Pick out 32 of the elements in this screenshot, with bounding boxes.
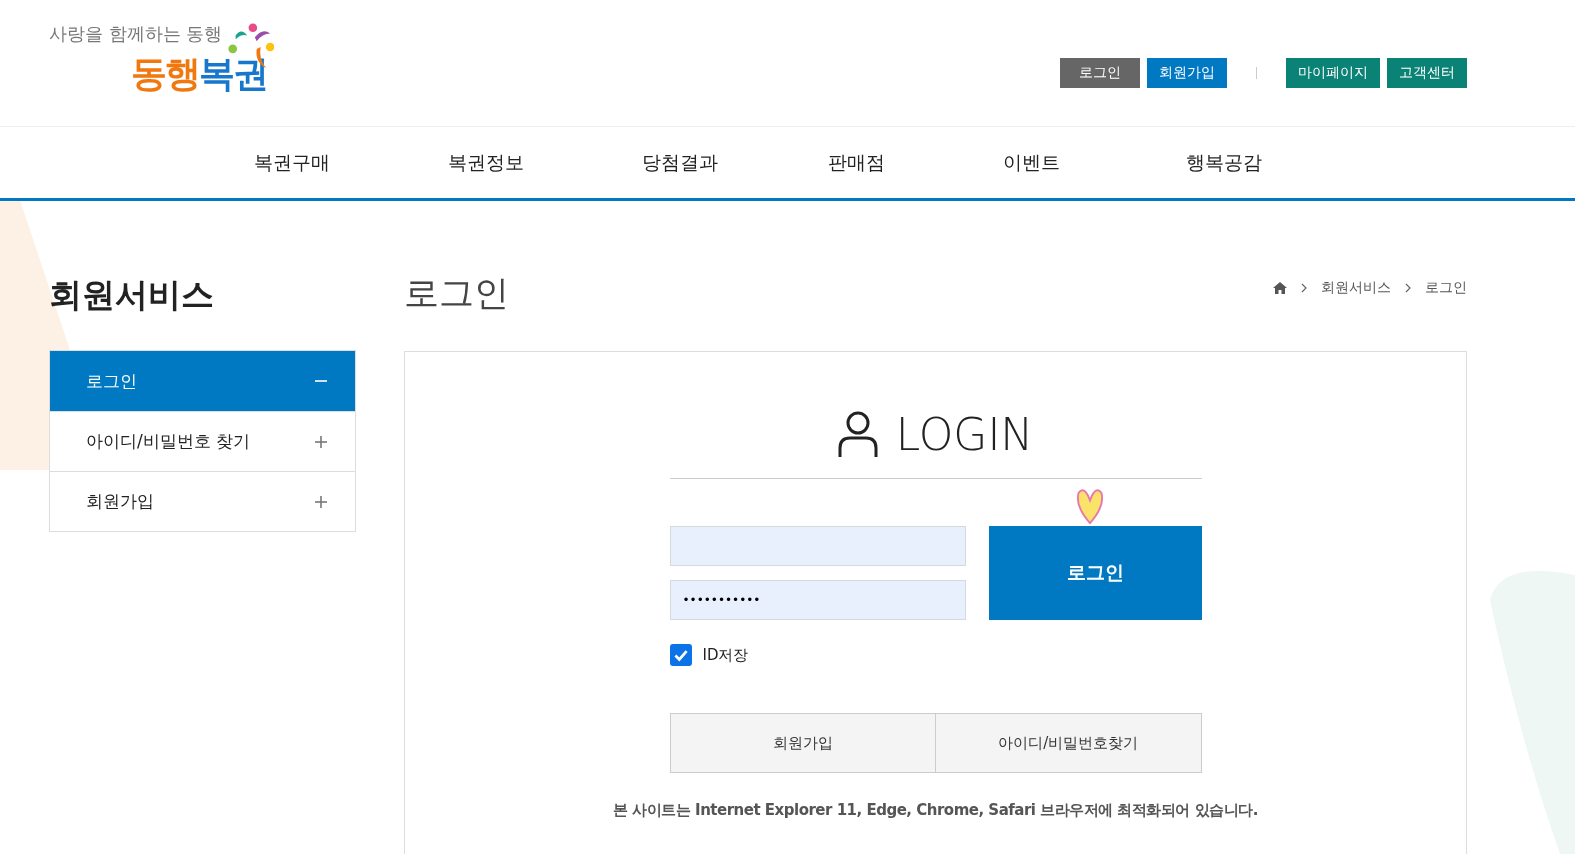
user-icon: [837, 410, 878, 458]
chevron-icon: [1405, 283, 1411, 293]
login-button[interactable]: 로그인: [988, 526, 1202, 620]
header-link[interactable]: 고객센터: [1387, 58, 1467, 88]
chevron-icon: [1301, 283, 1307, 293]
plus-icon: [315, 495, 327, 508]
nav-menu-item[interactable]: 이벤트: [936, 149, 1127, 176]
nav-menu-item[interactable]: 판매점: [776, 149, 937, 176]
browser-notice: 본 사이트는 Internet Explorer 11, Edge, Chrome, Safari 브라우저에 최적화되어 있습니다.: [612, 801, 1259, 820]
logo-text[interactable]: 동행복권: [131, 50, 267, 99]
id-input-field[interactable]: [669, 526, 966, 566]
nav-menu-item[interactable]: 행복공감: [1126, 149, 1321, 176]
login-heading: LOGIN: [895, 408, 1034, 460]
breadcrumb-link[interactable]: 로그인: [1425, 279, 1467, 297]
section-title: 회원서비스: [49, 274, 215, 316]
sidebar-item[interactable]: 로그인: [50, 351, 355, 411]
link-button[interactable]: 아이디/비밀번호찾기: [936, 714, 1201, 772]
nav-menu-item[interactable]: 복권구매: [194, 149, 389, 176]
password-input-field[interactable]: •••••••••••: [669, 580, 966, 620]
nav-menu-item[interactable]: 당첨결과: [582, 149, 777, 176]
plus-icon: [315, 435, 327, 448]
page-title: 로그인: [404, 271, 509, 315]
header-link[interactable]: 회원가입: [1147, 58, 1227, 88]
checkbox[interactable]: [669, 644, 692, 666]
header-link[interactable]: 로그인: [1060, 58, 1140, 88]
breadcrumb-link[interactable]: 회원서비스: [1321, 279, 1391, 297]
logo-tagline: 사랑을 함께하는 동행: [49, 22, 223, 46]
checkbox-label: ID저장: [702, 645, 749, 665]
home-icon[interactable]: [1273, 282, 1287, 294]
link-button[interactable]: 회원가입: [670, 714, 936, 772]
nav-menu-item[interactable]: 복권정보: [388, 149, 583, 176]
header-link[interactable]: 마이페이지: [1286, 58, 1380, 88]
